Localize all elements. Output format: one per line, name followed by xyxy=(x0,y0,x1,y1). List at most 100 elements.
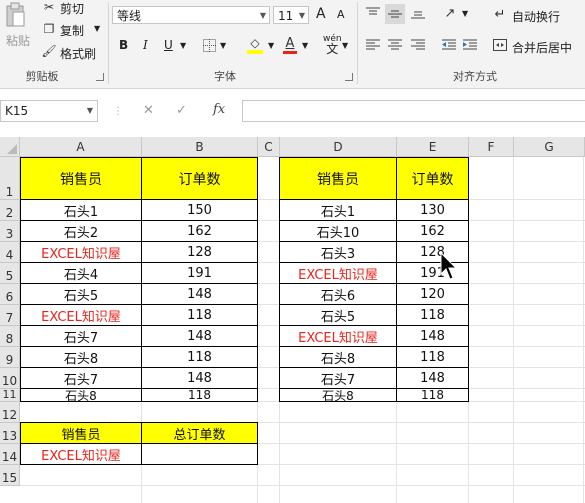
column-header-d[interactable]: D xyxy=(280,137,397,157)
table1-orders-3[interactable]: 128 xyxy=(141,241,258,263)
table2-orders-4[interactable]: 191 xyxy=(396,262,469,284)
row-header-8[interactable]: 8 xyxy=(0,326,20,347)
table2-orders-9[interactable]: 148 xyxy=(396,367,469,389)
enter-button[interactable]: ✓ xyxy=(176,103,187,118)
fill-dropdown-icon[interactable]: ▼ xyxy=(268,41,274,50)
row-header-1[interactable]: 1 xyxy=(0,157,20,200)
wrap-text-button[interactable]: 自动换行 xyxy=(512,8,560,25)
table2-orders-6[interactable]: 118 xyxy=(396,304,469,326)
name-box[interactable]: K15 ▼ xyxy=(0,100,98,122)
row-header-12[interactable]: 12 xyxy=(0,402,20,423)
table2-name-4[interactable]: EXCEL知识屋 xyxy=(279,262,397,284)
table1-orders-4[interactable]: 191 xyxy=(141,262,258,284)
format-painter-button[interactable]: 格式刷 xyxy=(60,45,96,62)
lookup-total-cell[interactable] xyxy=(141,443,258,465)
select-all-button[interactable] xyxy=(0,137,20,157)
table1-name-2[interactable]: 石头2 xyxy=(20,220,142,242)
column-header-e[interactable]: E xyxy=(397,137,469,157)
table2-name-10[interactable]: 石头8 xyxy=(279,388,397,403)
copy-button[interactable]: 复制 xyxy=(60,22,84,39)
clipboard-launcher-icon[interactable] xyxy=(96,73,104,81)
fill-color-icon[interactable]: ◇ xyxy=(246,35,264,55)
paste-icon[interactable] xyxy=(4,2,26,30)
row-header-5[interactable]: 5 xyxy=(0,263,20,284)
orientation-dropdown-icon[interactable]: ▼ xyxy=(462,9,468,18)
decrease-indent-icon[interactable] xyxy=(440,36,458,54)
align-middle-icon[interactable] xyxy=(385,4,405,24)
table1-header-orders[interactable]: 订单数 xyxy=(141,157,258,200)
grow-font-button[interactable]: A xyxy=(316,6,326,22)
table2-name-7[interactable]: EXCEL知识屋 xyxy=(279,325,397,347)
table1-orders-2[interactable]: 162 xyxy=(141,220,258,242)
increase-indent-icon[interactable] xyxy=(461,36,479,54)
copy-dropdown-icon[interactable]: ▼ xyxy=(94,24,100,33)
table1-orders-9[interactable]: 148 xyxy=(141,367,258,389)
table1-name-5[interactable]: 石头5 xyxy=(20,283,142,305)
table1-orders-6[interactable]: 118 xyxy=(141,304,258,326)
table1-name-3[interactable]: EXCEL知识屋 xyxy=(20,241,142,263)
row-header-6[interactable]: 6 xyxy=(0,284,20,305)
worksheet-grid[interactable]: A B C D E F G 1 2 3 4 5 6 7 8 9 10 11 12… xyxy=(0,137,585,503)
orientation-icon[interactable]: ↗ xyxy=(441,4,459,22)
shrink-font-button[interactable]: A xyxy=(337,8,345,21)
font-name-combo[interactable]: 等线 ▼ xyxy=(112,6,270,24)
merge-center-button[interactable]: 合并后居中 xyxy=(512,39,572,56)
borders-dropdown-icon[interactable]: ▼ xyxy=(220,41,226,50)
align-center-icon[interactable] xyxy=(386,36,404,54)
table2-header-salesperson[interactable]: 销售员 xyxy=(279,157,397,200)
table1-name-4[interactable]: 石头4 xyxy=(20,262,142,284)
table1-orders-1[interactable]: 150 xyxy=(141,199,258,221)
table1-orders-8[interactable]: 118 xyxy=(141,346,258,368)
column-header-c[interactable]: C xyxy=(258,137,280,157)
table2-name-6[interactable]: 石头5 xyxy=(279,304,397,326)
column-header-b[interactable]: B xyxy=(142,137,258,157)
italic-button[interactable]: I xyxy=(143,38,148,52)
formula-input[interactable] xyxy=(242,100,585,122)
table1-name-7[interactable]: 石头7 xyxy=(20,325,142,347)
table2-header-orders[interactable]: 订单数 xyxy=(396,157,469,200)
column-header-a[interactable]: A xyxy=(20,137,142,157)
table1-orders-5[interactable]: 148 xyxy=(141,283,258,305)
row-header-3[interactable]: 3 xyxy=(0,221,20,242)
cancel-button[interactable]: ✕ xyxy=(143,103,154,118)
column-header-f[interactable]: F xyxy=(469,137,514,157)
row-header-13[interactable]: 13 xyxy=(0,423,20,444)
font-color-dropdown-icon[interactable]: ▼ xyxy=(302,41,308,50)
cut-button[interactable]: 剪切 xyxy=(60,0,84,17)
table2-orders-10[interactable]: 118 xyxy=(396,388,469,402)
row-header-4[interactable]: 4 xyxy=(0,242,20,263)
lookup-name-cell[interactable]: EXCEL知识屋 xyxy=(20,443,142,465)
table2-name-3[interactable]: 石头3 xyxy=(279,241,397,263)
table2-orders-5[interactable]: 120 xyxy=(396,283,469,305)
bold-button[interactable]: B xyxy=(119,38,128,52)
table1-name-10[interactable]: 石头8 xyxy=(20,388,142,403)
table2-name-1[interactable]: 石头1 xyxy=(279,199,397,221)
table2-name-8[interactable]: 石头8 xyxy=(279,346,397,368)
table2-orders-8[interactable]: 118 xyxy=(396,346,469,368)
align-top-icon[interactable] xyxy=(364,4,382,22)
row-header-11[interactable]: 11 xyxy=(0,388,20,402)
row-header-7[interactable]: 7 xyxy=(0,305,20,326)
table2-name-5[interactable]: 石头6 xyxy=(279,283,397,305)
align-left-icon[interactable] xyxy=(364,36,382,54)
underline-button[interactable]: U xyxy=(164,38,173,52)
row-header-2[interactable]: 2 xyxy=(0,200,20,221)
table1-name-8[interactable]: 石头8 xyxy=(20,346,142,368)
table2-orders-3[interactable]: 128 xyxy=(396,241,469,263)
table1-orders-10[interactable]: 118 xyxy=(141,388,258,402)
font-color-icon[interactable]: A xyxy=(282,35,298,55)
table2-orders-7[interactable]: 148 xyxy=(396,325,469,347)
column-header-g[interactable]: G xyxy=(514,137,585,157)
row-header-14[interactable]: 14 xyxy=(0,444,20,465)
table1-name-6[interactable]: EXCEL知识屋 xyxy=(20,304,142,326)
table2-orders-1[interactable]: 130 xyxy=(396,199,469,221)
align-right-icon[interactable] xyxy=(409,36,427,54)
font-size-combo[interactable]: 11 ▼ xyxy=(273,6,309,24)
align-bottom-icon[interactable] xyxy=(409,4,427,22)
paste-button[interactable]: 粘贴 xyxy=(6,32,30,49)
borders-icon[interactable] xyxy=(202,38,216,52)
table2-name-2[interactable]: 石头10 xyxy=(279,220,397,242)
row-header-15[interactable]: 15 xyxy=(0,465,20,486)
lookup-header-salesperson[interactable]: 销售员 xyxy=(20,422,142,444)
lookup-header-total[interactable]: 总订单数 xyxy=(141,422,258,444)
